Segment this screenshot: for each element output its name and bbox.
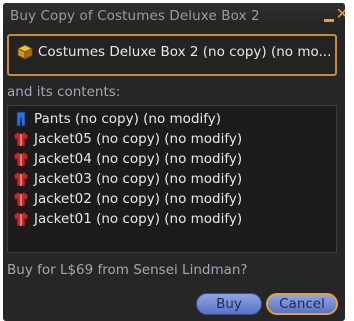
contents-label: and its contents: bbox=[7, 84, 121, 100]
buy-copy-dialog: Buy Copy of Costumes Deluxe Box 2 ✕ Cost… bbox=[3, 3, 345, 321]
minimize-icon[interactable] bbox=[324, 19, 334, 22]
title-bar[interactable]: Buy Copy of Costumes Deluxe Box 2 ✕ bbox=[3, 3, 345, 29]
jacket-icon bbox=[13, 211, 29, 227]
jacket-icon bbox=[13, 171, 29, 187]
list-item[interactable]: Jacket02 (no copy) (no modify) bbox=[8, 189, 336, 209]
list-item-label: Jacket02 (no copy) (no modify) bbox=[34, 191, 243, 207]
window-title: Buy Copy of Costumes Deluxe Box 2 bbox=[10, 8, 260, 24]
buy-button[interactable]: Buy bbox=[196, 293, 262, 315]
confirm-text: Buy for L$69 from Sensei Lindman? bbox=[7, 262, 248, 278]
list-item-label: Jacket03 (no copy) (no modify) bbox=[34, 171, 243, 187]
list-item[interactable]: Pants (no copy) (no modify) bbox=[8, 109, 336, 129]
list-item-label: Jacket05 (no copy) (no modify) bbox=[34, 131, 243, 147]
list-item-label: Jacket01 (no copy) (no modify) bbox=[34, 211, 243, 227]
list-item[interactable]: Jacket05 (no copy) (no modify) bbox=[8, 129, 336, 149]
jacket-icon bbox=[13, 151, 29, 167]
jacket-icon bbox=[13, 191, 29, 207]
pants-icon bbox=[13, 111, 29, 127]
list-item-label: Jacket04 (no copy) (no modify) bbox=[34, 151, 243, 167]
cancel-button[interactable]: Cancel bbox=[266, 293, 338, 315]
list-item[interactable]: Jacket04 (no copy) (no modify) bbox=[8, 149, 336, 169]
list-item[interactable]: Jacket03 (no copy) (no modify) bbox=[8, 169, 336, 189]
box-icon bbox=[17, 44, 33, 60]
item-row: Costumes Deluxe Box 2 (no copy) (no mo..… bbox=[17, 44, 331, 60]
jacket-icon bbox=[13, 131, 29, 147]
item-box: Costumes Deluxe Box 2 (no copy) (no mo..… bbox=[7, 34, 337, 76]
list-item-label: Pants (no copy) (no modify) bbox=[34, 111, 222, 127]
item-name: Costumes Deluxe Box 2 (no copy) (no mo..… bbox=[38, 44, 332, 60]
close-icon[interactable]: ✕ bbox=[336, 6, 345, 22]
contents-list[interactable]: Pants (no copy) (no modify) Jacket05 (no… bbox=[7, 105, 337, 253]
list-item[interactable]: Jacket01 (no copy) (no modify) bbox=[8, 209, 336, 229]
